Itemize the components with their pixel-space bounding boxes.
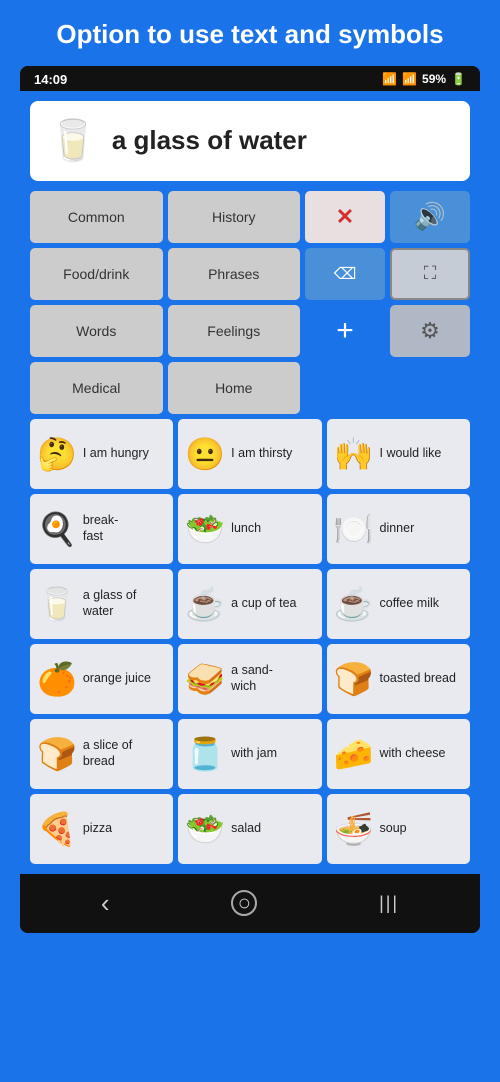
lunch-label: lunch — [231, 521, 261, 537]
display-box[interactable]: 🥛 a glass of water — [30, 101, 470, 181]
item-with-cheese[interactable]: 🧀 with cheese — [327, 719, 470, 789]
sandwich-label: a sand-wich — [231, 663, 273, 694]
soup-icon: 🍜 — [334, 813, 374, 845]
hungry-icon: 🤔 — [37, 438, 77, 470]
item-slice-of-bread[interactable]: 🍞 a slice of bread — [30, 719, 173, 789]
pizza-icon: 🍕 — [37, 813, 77, 845]
nav-food-drink[interactable]: Food/drink — [30, 248, 163, 300]
app-banner: Option to use text and symbols — [0, 0, 500, 66]
home-button[interactable]: ○ — [231, 890, 257, 916]
nav-history[interactable]: History — [168, 191, 301, 243]
display-text: a glass of water — [112, 125, 307, 156]
breakfast-label: break-fast — [83, 513, 118, 544]
item-cup-of-tea[interactable]: ☕ a cup of tea — [178, 569, 321, 639]
coffee-label: coffee milk — [380, 596, 440, 612]
control-grid: Common History ✕ 🔊 Food/drink Phrases ⌫ … — [30, 191, 470, 414]
item-pizza[interactable]: 🍕 pizza — [30, 794, 173, 864]
jam-label: with jam — [231, 746, 277, 762]
menu-button[interactable]: ||| — [379, 893, 399, 914]
item-i-would-like[interactable]: 🙌 I would like — [327, 419, 470, 489]
wifi-icon: 📶 — [382, 72, 397, 86]
item-salad[interactable]: 🥗 salad — [178, 794, 321, 864]
nav-words[interactable]: Words — [30, 305, 163, 357]
slice-label: a slice of bread — [83, 738, 166, 769]
would-like-icon: 🙌 — [334, 438, 374, 470]
salad-label: salad — [231, 821, 261, 837]
nav-medical[interactable]: Medical — [30, 362, 163, 414]
item-glass-of-water[interactable]: 🥛 a glass of water — [30, 569, 173, 639]
coffee-icon: ☕ — [334, 588, 374, 620]
water-icon: 🥛 — [37, 588, 77, 620]
breakfast-icon: 🍳 — [37, 513, 77, 545]
dinner-icon: 🍽️ — [334, 513, 374, 545]
dinner-label: dinner — [380, 521, 415, 537]
soup-label: soup — [380, 821, 407, 837]
tea-label: a cup of tea — [231, 596, 296, 612]
cheese-icon: 🧀 — [334, 738, 374, 770]
display-icon: 🥛 — [48, 121, 98, 161]
battery-text: 59% — [422, 72, 446, 86]
salad-icon: 🥗 — [185, 813, 225, 845]
battery-icon: 🔋 — [451, 72, 466, 86]
signal-icon: 📶 — [402, 72, 417, 86]
item-coffee-milk[interactable]: ☕ coffee milk — [327, 569, 470, 639]
status-icons: 📶 📶 59% 🔋 — [382, 72, 466, 86]
settings-button[interactable]: ⚙ — [390, 305, 470, 357]
add-button[interactable]: + — [305, 305, 385, 357]
toasted-label: toasted bread — [380, 671, 456, 687]
thirsty-icon: 😐 — [185, 438, 225, 470]
nav-phrases[interactable]: Phrases — [168, 248, 301, 300]
nav-bar: ‹ ○ ||| — [20, 874, 480, 933]
nav-common[interactable]: Common — [30, 191, 163, 243]
juice-label: orange juice — [83, 671, 151, 687]
item-soup[interactable]: 🍜 soup — [327, 794, 470, 864]
close-button[interactable]: ✕ — [305, 191, 385, 243]
pizza-label: pizza — [83, 821, 112, 837]
item-i-am-thirsty[interactable]: 😐 I am thirsty — [178, 419, 321, 489]
item-dinner[interactable]: 🍽️ dinner — [327, 494, 470, 564]
water-label: a glass of water — [83, 588, 166, 619]
toasted-icon: 🍞 — [334, 663, 374, 695]
item-toasted-bread[interactable]: 🍞 toasted bread — [327, 644, 470, 714]
nav-feelings[interactable]: Feelings — [168, 305, 301, 357]
backspace-button[interactable]: ⌫ — [305, 248, 385, 300]
thirsty-label: I am thirsty — [231, 446, 292, 462]
jam-icon: 🫙 — [185, 738, 225, 770]
tea-icon: ☕ — [185, 588, 225, 620]
item-sandwich[interactable]: 🥪 a sand-wich — [178, 644, 321, 714]
speak-button[interactable]: 🔊 — [390, 191, 470, 243]
item-orange-juice[interactable]: 🍊 orange juice — [30, 644, 173, 714]
item-with-jam[interactable]: 🫙 with jam — [178, 719, 321, 789]
item-breakfast[interactable]: 🍳 break-fast — [30, 494, 173, 564]
status-time: 14:09 — [34, 72, 67, 87]
phone-shell: 14:09 📶 📶 59% 🔋 🥛 a glass of water Commo… — [20, 66, 480, 933]
nav-home[interactable]: Home — [168, 362, 301, 414]
back-button[interactable]: ‹ — [101, 888, 110, 919]
app-area: 🥛 a glass of water Common History ✕ 🔊 Fo… — [20, 91, 480, 874]
sandwich-icon: 🥪 — [185, 663, 225, 695]
lunch-icon: 🥗 — [185, 513, 225, 545]
slice-icon: 🍞 — [37, 738, 77, 770]
expand-button[interactable]: ⛶ — [390, 248, 470, 300]
would-like-label: I would like — [380, 446, 442, 462]
juice-icon: 🍊 — [37, 663, 77, 695]
cheese-label: with cheese — [380, 746, 446, 762]
hungry-label: I am hungry — [83, 446, 149, 462]
items-grid: 🤔 I am hungry 😐 I am thirsty 🙌 I would l… — [30, 419, 470, 864]
status-bar: 14:09 📶 📶 59% 🔋 — [20, 66, 480, 91]
item-i-am-hungry[interactable]: 🤔 I am hungry — [30, 419, 173, 489]
item-lunch[interactable]: 🥗 lunch — [178, 494, 321, 564]
